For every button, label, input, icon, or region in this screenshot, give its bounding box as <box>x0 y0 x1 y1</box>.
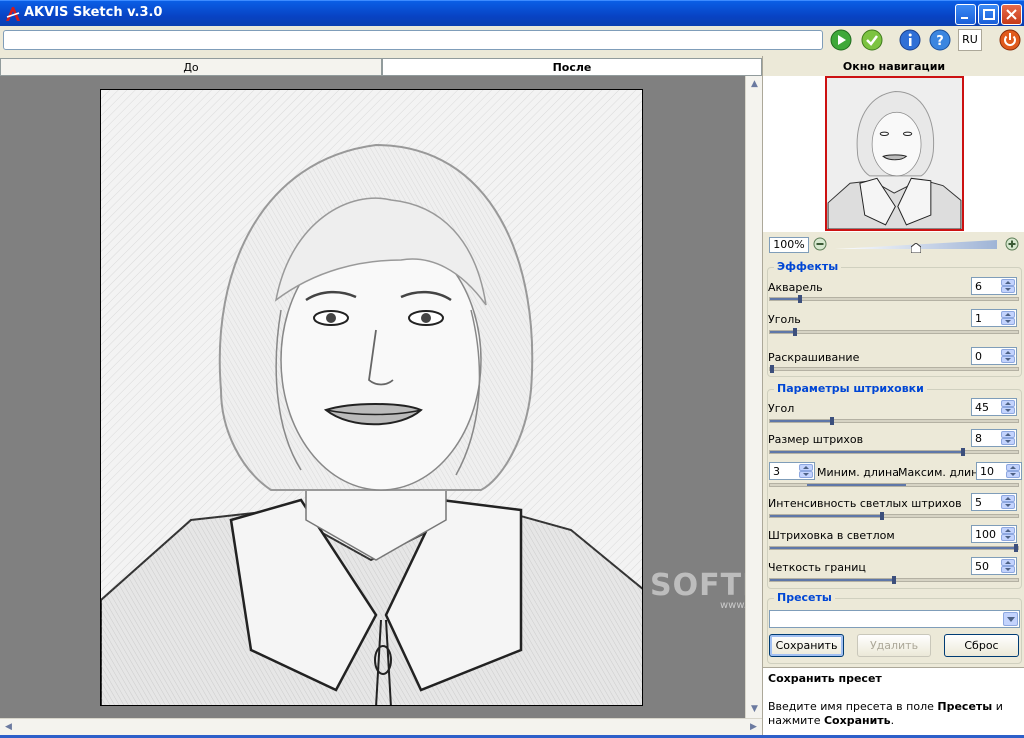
scroll-down-icon[interactable]: ▼ <box>746 701 763 718</box>
apply-icon[interactable] <box>861 29 883 51</box>
hatching-title: Параметры штриховки <box>774 382 927 395</box>
charcoal-label: Уголь <box>768 313 801 326</box>
angle-slider[interactable] <box>769 417 1019 425</box>
scroll-left-icon[interactable]: ◀ <box>0 719 17 736</box>
image-workspace[interactable]: SOFTPORTAL www.softportal.com <box>0 76 877 718</box>
stroke-size-slider[interactable] <box>769 448 1019 456</box>
help-icon[interactable]: ? <box>929 29 951 51</box>
length-range-slider[interactable] <box>769 483 1019 487</box>
info-icon[interactable] <box>899 29 921 51</box>
zoom-field[interactable]: 100% <box>769 237 809 253</box>
svg-text:?: ? <box>936 34 944 49</box>
spin-up-icon[interactable] <box>1001 431 1015 438</box>
help-text: Введите имя пресета в поле Пресеты и наж… <box>768 700 1003 727</box>
maximize-icon <box>983 9 995 20</box>
help-box: Сохранить пресет Введите имя пресета в п… <box>763 667 1024 735</box>
zoom-in-icon[interactable] <box>1005 237 1019 251</box>
preset-select[interactable] <box>769 610 1020 628</box>
max-length-spinner[interactable]: 10 <box>976 462 1022 480</box>
watercolor-label: Акварель <box>768 281 823 294</box>
delete-preset-button[interactable]: Удалить <box>857 634 931 657</box>
spin-down-icon[interactable] <box>1001 407 1015 414</box>
sketch-image[interactable] <box>100 89 643 706</box>
stroke-size-label: Размер штрихов <box>768 433 864 446</box>
watercolor-slider[interactable] <box>769 295 1019 303</box>
minimize-icon <box>961 17 968 19</box>
spin-down-icon[interactable] <box>1001 286 1015 293</box>
light-intensity-label: Интенсивность светлых штрихов <box>768 497 962 510</box>
angle-spinner[interactable]: 45 <box>971 398 1017 416</box>
spin-down-icon[interactable] <box>1001 356 1015 363</box>
watercolor-spinner[interactable]: 6 <box>971 277 1017 295</box>
akvis-logo-icon <box>6 7 20 21</box>
sketch-portrait <box>101 90 642 705</box>
light-intensity-slider[interactable] <box>769 512 1019 520</box>
spin-down-icon[interactable] <box>1001 438 1015 445</box>
spin-up-icon[interactable] <box>799 464 813 471</box>
horizontal-scrollbar[interactable]: ◀ ▶ <box>0 718 762 735</box>
edge-sharpness-spinner[interactable]: 50 <box>971 557 1017 575</box>
help-title: Сохранить пресет <box>768 672 882 685</box>
view-tabs: До После <box>0 56 762 76</box>
maximize-button[interactable] <box>978 4 999 25</box>
spin-down-icon[interactable] <box>799 471 813 478</box>
language-button[interactable]: RU <box>958 29 982 51</box>
spin-up-icon[interactable] <box>1006 464 1020 471</box>
stroke-size-spinner[interactable]: 8 <box>971 429 1017 447</box>
edge-sharpness-label: Четкость границ <box>768 561 866 574</box>
tab-after[interactable]: После <box>382 58 762 76</box>
spin-down-icon[interactable] <box>1006 471 1020 478</box>
angle-label: Угол <box>768 402 795 415</box>
max-length-label: Максим. длина <box>898 466 986 479</box>
vertical-scrollbar[interactable]: ▲ ▼ <box>745 76 762 718</box>
spin-up-icon[interactable] <box>1001 311 1015 318</box>
settings-panel: Окно навигации 100% Эффекты Акварель 6 У… <box>762 56 1024 735</box>
navigator-preview <box>827 78 962 229</box>
min-length-spinner[interactable]: 3 <box>769 462 815 480</box>
charcoal-spinner[interactable]: 1 <box>971 309 1017 327</box>
app-title: AKVIS Sketch v.3.0 <box>24 5 163 20</box>
path-field[interactable] <box>3 30 823 50</box>
power-icon[interactable] <box>999 29 1021 51</box>
coloring-label: Раскрашивание <box>768 351 860 364</box>
reset-button[interactable]: Сброс <box>944 634 1019 657</box>
spin-up-icon[interactable] <box>1001 279 1015 286</box>
navigator-thumbnail[interactable] <box>825 76 964 231</box>
spin-up-icon[interactable] <box>1001 495 1015 502</box>
edge-sharpness-slider[interactable] <box>769 576 1019 584</box>
light-intensity-spinner[interactable]: 5 <box>971 493 1017 511</box>
charcoal-slider[interactable] <box>769 328 1019 336</box>
chevron-down-icon[interactable] <box>1003 612 1018 626</box>
effects-title: Эффекты <box>774 260 842 273</box>
coloring-slider[interactable] <box>769 365 1019 373</box>
light-hatch-slider[interactable] <box>769 544 1019 552</box>
close-button[interactable] <box>1001 4 1022 25</box>
spin-down-icon[interactable] <box>1001 534 1015 541</box>
zoom-out-icon[interactable] <box>813 237 827 251</box>
spin-up-icon[interactable] <box>1001 527 1015 534</box>
coloring-spinner[interactable]: 0 <box>971 347 1017 365</box>
zoom-slider-thumb[interactable] <box>911 243 921 253</box>
scroll-right-icon[interactable]: ▶ <box>745 719 762 736</box>
light-hatch-spinner[interactable]: 100 <box>971 525 1017 543</box>
min-length-label: Миним. длина <box>817 466 899 479</box>
close-icon <box>1006 9 1017 20</box>
spin-up-icon[interactable] <box>1001 559 1015 566</box>
spin-down-icon[interactable] <box>1001 318 1015 325</box>
save-preset-button[interactable]: Сохранить <box>769 634 844 657</box>
toolbar: ? RU <box>0 26 1024 56</box>
presets-title: Пресеты <box>774 591 835 604</box>
light-hatch-label: Штриховка в светлом <box>768 529 895 542</box>
scroll-up-icon[interactable]: ▲ <box>746 76 763 93</box>
spin-down-icon[interactable] <box>1001 566 1015 573</box>
tab-before[interactable]: До <box>0 58 382 76</box>
navigator <box>763 76 1024 232</box>
play-icon[interactable] <box>830 29 852 51</box>
spin-up-icon[interactable] <box>1001 400 1015 407</box>
spin-down-icon[interactable] <box>1001 502 1015 509</box>
minimize-button[interactable] <box>955 4 976 25</box>
spin-up-icon[interactable] <box>1001 349 1015 356</box>
title-bar: AKVIS Sketch v.3.0 <box>0 0 1024 26</box>
navigator-title: Окно навигации <box>842 60 946 73</box>
